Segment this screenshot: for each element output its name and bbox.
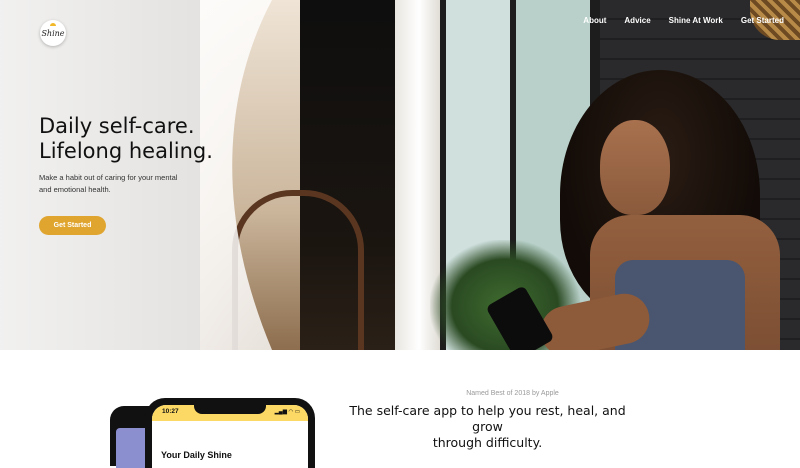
phone-time: 10:27: [162, 408, 179, 415]
nav-link-get-started[interactable]: Get Started: [741, 16, 784, 25]
phone-screen: 10:27 ▂▄▆ ◠ ▭ Your Daily Shine: [152, 405, 308, 468]
tagline: The self-care app to help you rest, heal…: [345, 403, 630, 451]
sun-icon: [50, 23, 56, 26]
subtext-line-1: Make a habit out of caring for your ment…: [39, 173, 178, 182]
hero-subtext: Make a habit out of caring for your ment…: [39, 172, 209, 196]
hero-headline: Daily self-care. Lifelong healing.: [39, 114, 213, 164]
hero-section: Shine About Advice Shine At Work Get Sta…: [0, 0, 800, 350]
subtext-line-2: and emotional health.: [39, 185, 111, 194]
headline-line-2: Lifelong healing.: [39, 139, 213, 163]
headline-line-1: Daily self-care.: [39, 114, 195, 138]
get-started-button[interactable]: Get Started: [39, 216, 106, 235]
phone-mockup-front: 10:27 ▂▄▆ ◠ ▭ Your Daily Shine: [145, 398, 315, 468]
nav-link-shine-at-work[interactable]: Shine At Work: [669, 16, 723, 25]
phone-screen-title: Your Daily Shine: [161, 450, 232, 460]
phone-notch: [194, 405, 266, 414]
logo-text: Shine: [41, 28, 65, 38]
award-text: Named Best of 2018 by Apple: [466, 390, 559, 397]
nav-link-about[interactable]: About: [583, 16, 606, 25]
phone-status-bar: 10:27 ▂▄▆ ◠ ▭: [152, 405, 308, 421]
nav-link-advice[interactable]: Advice: [624, 16, 650, 25]
tagline-line-2: through difficulty.: [432, 435, 543, 450]
tagline-line-1: The self-care app to help you rest, heal…: [349, 403, 626, 434]
top-nav: About Advice Shine At Work Get Started: [583, 16, 784, 25]
shine-logo[interactable]: Shine: [40, 20, 66, 46]
status-icons: ▂▄▆ ◠ ▭: [274, 409, 300, 415]
